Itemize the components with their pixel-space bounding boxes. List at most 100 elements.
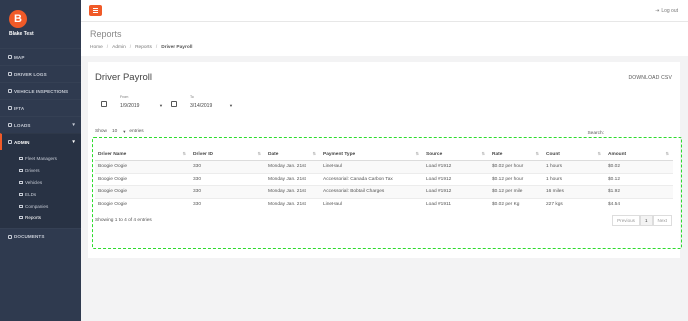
cell-payment-type: Accessorial: Bobtail Charges [320, 185, 423, 198]
sidebar-subitem-companies[interactable]: Companies [0, 200, 81, 212]
next-page-button[interactable]: Next [652, 215, 672, 226]
calendar-icon[interactable] [101, 101, 107, 107]
page-length-select[interactable]: 10 [110, 129, 119, 134]
sidebar-item-ifta[interactable]: IFTA [0, 99, 81, 116]
column-label: Source [426, 151, 443, 157]
breadcrumb-reports[interactable]: Reports [135, 45, 152, 50]
sidebar-item-label: ADMIN [14, 139, 30, 145]
cell-count: 16 miles [543, 185, 605, 198]
sidebar-subitem-elds[interactable]: ELDs [0, 188, 81, 200]
cell-date: Monday Jan. 21st [265, 160, 320, 173]
logout-link[interactable]: ⇥ Log out [655, 8, 678, 14]
breadcrumb-separator: / [155, 45, 158, 50]
sidebar-subitem-label: Vehicles [25, 179, 43, 185]
breadcrumb-home[interactable]: Home [90, 45, 103, 50]
sidebar-item-loads[interactable]: LOADS ▾ [0, 116, 81, 133]
col-header-driver-id[interactable]: Driver ID ⇅ [190, 148, 265, 161]
sidebar-subitem-label: Companies [25, 203, 49, 209]
from-date-input[interactable]: 1/9/2019 [120, 103, 139, 109]
page-button[interactable]: 1 [639, 215, 653, 226]
sidebar-subitem-reports[interactable]: Reports [0, 212, 81, 224]
sidebar-item-map[interactable]: MAP [0, 48, 81, 65]
cell-rate: $0.02 per Kg [489, 197, 543, 211]
chevron-down-icon: ▾ [72, 122, 75, 128]
sort-icon: ⇅ [665, 151, 669, 156]
report-card: Driver Payroll DOWNLOAD CSV From 1/9/201… [88, 62, 680, 258]
sidebar-item-driver-logs[interactable]: DRIVER LOGS [0, 65, 81, 82]
col-header-count[interactable]: Count ⇅ [543, 148, 605, 161]
sign-out-icon: ⇥ [655, 8, 660, 14]
previous-page-button[interactable]: Previous [612, 215, 640, 226]
calendar-icon[interactable] [171, 101, 177, 107]
sidebar-item-documents[interactable]: DOCUMENTS [0, 228, 81, 245]
col-header-source[interactable]: Source ⇅ [423, 148, 489, 161]
show-label: Show [95, 129, 107, 134]
cell-driver-id: 330 [190, 197, 265, 211]
sort-icon: ⇅ [182, 151, 186, 156]
col-header-rate[interactable]: Rate ⇅ [489, 148, 543, 161]
column-label: Driver ID [193, 151, 213, 157]
to-date-input[interactable]: 3/14/2019 [190, 103, 212, 109]
cell-driver-id: 330 [190, 172, 265, 186]
chevron-down-icon: ▾ [72, 139, 75, 145]
download-csv-button[interactable]: DOWNLOAD CSV [628, 75, 672, 81]
cell-rate: $0.12 per mile [489, 185, 543, 198]
menu-toggle-button[interactable] [89, 5, 102, 16]
sidebar-subitem-fleet-managers[interactable]: Fleet Managers [0, 153, 81, 165]
sidebar-item-admin[interactable]: ADMIN ▾ [0, 133, 81, 150]
col-header-date[interactable]: Date ⇅ [265, 148, 320, 161]
cell-count: 1 hours [543, 160, 605, 173]
col-header-amount[interactable]: Amount ⇅ [605, 148, 673, 161]
sidebar-item-label: MAP [14, 54, 25, 60]
box-icon [8, 123, 12, 127]
sidebar-item-label: LOADS [14, 122, 31, 128]
col-header-driver-name[interactable]: Driver Name ⇅ [95, 148, 190, 161]
sort-icon: ⇅ [312, 151, 316, 156]
breadcrumb-current: Driver Payroll [161, 45, 193, 50]
entries-label: entries [129, 129, 144, 134]
cell-count: 227 kgs [543, 197, 605, 211]
cell-payment-type: Accessorial: Canada Carbon Tax [320, 172, 423, 186]
table-row: Boogie Oogie 330 Monday Jan. 21st LineHa… [95, 160, 673, 173]
column-label: Count [546, 151, 560, 157]
chart-icon [19, 216, 23, 220]
cell-driver-id: 330 [190, 160, 265, 173]
search-label: Search: [587, 131, 604, 136]
sidebar-subitem-vehicles[interactable]: Vehicles [0, 177, 81, 189]
pagination: Previous 1 Next [612, 215, 672, 226]
topbar: ⇥ Log out [81, 0, 688, 22]
column-label: Driver Name [98, 151, 127, 157]
breadcrumb-separator: / [129, 45, 132, 50]
id-card-icon [19, 169, 23, 173]
breadcrumb-admin[interactable]: Admin [112, 45, 126, 50]
sidebar-subitem-drivers[interactable]: Drivers [0, 165, 81, 177]
file-icon [8, 234, 12, 239]
sidebar-subitem-label: Fleet Managers [25, 156, 57, 162]
cell-source: Load #1912 [423, 172, 489, 186]
sidebar-subitem-label: ELDs [25, 191, 37, 197]
sidebar-subitem-label: Drivers [25, 168, 40, 174]
sidebar-nav: MAP DRIVER LOGS VEHICLE INSPECTIONS IFTA… [0, 48, 81, 245]
cell-date: Monday Jan. 21st [265, 172, 320, 186]
sidebar-item-label: DRIVER LOGS [14, 71, 47, 77]
brand: B Blake Test [0, 0, 81, 44]
hamburger-line [93, 11, 98, 13]
hamburger-line [93, 10, 98, 11]
column-label: Amount [608, 151, 627, 157]
chevron-down-icon[interactable]: ▼ [159, 103, 163, 108]
col-header-payment-type[interactable]: Payment Type ⇅ [320, 148, 423, 161]
chevron-down-icon[interactable]: ▼ [229, 103, 233, 108]
user-name[interactable]: Blake Test [9, 31, 81, 37]
sort-icon: ⇅ [257, 151, 261, 156]
admin-submenu: Fleet Managers Drivers Vehicles ELDs Com… [0, 150, 81, 228]
brand-logo[interactable]: B [9, 10, 27, 28]
cell-driver-name: Boogie Oogie [95, 172, 190, 186]
table-info: Showing 1 to 4 of 4 entries [95, 218, 152, 223]
sort-icon: ⇅ [535, 151, 539, 156]
sidebar-item-vehicle-inspections[interactable]: VEHICLE INSPECTIONS [0, 82, 81, 99]
cell-driver-id: 330 [190, 185, 265, 198]
column-label: Payment Type [323, 151, 356, 157]
chevron-down-icon[interactable]: ▼ [122, 129, 126, 134]
cell-driver-name: Boogie Oogie [95, 160, 190, 173]
sidebar-item-label: DOCUMENTS [14, 234, 45, 240]
